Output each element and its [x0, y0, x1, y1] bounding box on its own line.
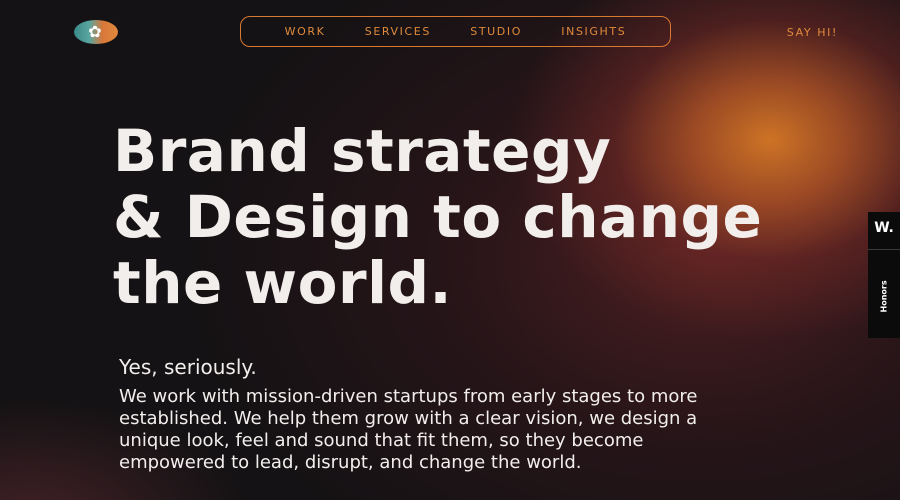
w-badge: W.	[874, 220, 894, 236]
honors-tab[interactable]: W. Honors	[868, 212, 900, 338]
body-line: We work with mission-driven startups fro…	[119, 386, 698, 407]
flower-logo-icon[interactable]: ✿	[74, 20, 118, 44]
hero-body-copy: We work with mission-driven startups fro…	[119, 386, 809, 474]
body-line: established. We help them grow with a cl…	[119, 408, 698, 429]
nav-item-insights[interactable]: INSIGHTS	[561, 25, 626, 38]
headline-line: the world.	[113, 249, 453, 317]
hero-tagline: Yes, seriously.	[119, 355, 257, 379]
flower-icon: ✿	[88, 22, 102, 41]
nav-item-services[interactable]: SERVICES	[365, 25, 431, 38]
hero-headline: Brand strategy & Design to change the wo…	[113, 118, 762, 316]
honors-label: Honors	[879, 280, 889, 313]
headline-line: Brand strategy	[113, 117, 612, 185]
nav-item-studio[interactable]: STUDIO	[470, 25, 522, 38]
body-line: empowered to lead, disrupt, and change t…	[119, 452, 582, 473]
body-line: unique look, feel and sound that fit the…	[119, 430, 644, 451]
headline-line: & Design to change	[113, 183, 763, 251]
say-hi-link[interactable]: SAY HI!	[787, 26, 838, 39]
nav-item-work[interactable]: WORK	[285, 25, 326, 38]
page: ✿ WORK SERVICES STUDIO INSIGHTS SAY HI! …	[0, 0, 900, 500]
main-nav: WORK SERVICES STUDIO INSIGHTS	[240, 16, 671, 47]
honors-divider	[868, 249, 900, 250]
